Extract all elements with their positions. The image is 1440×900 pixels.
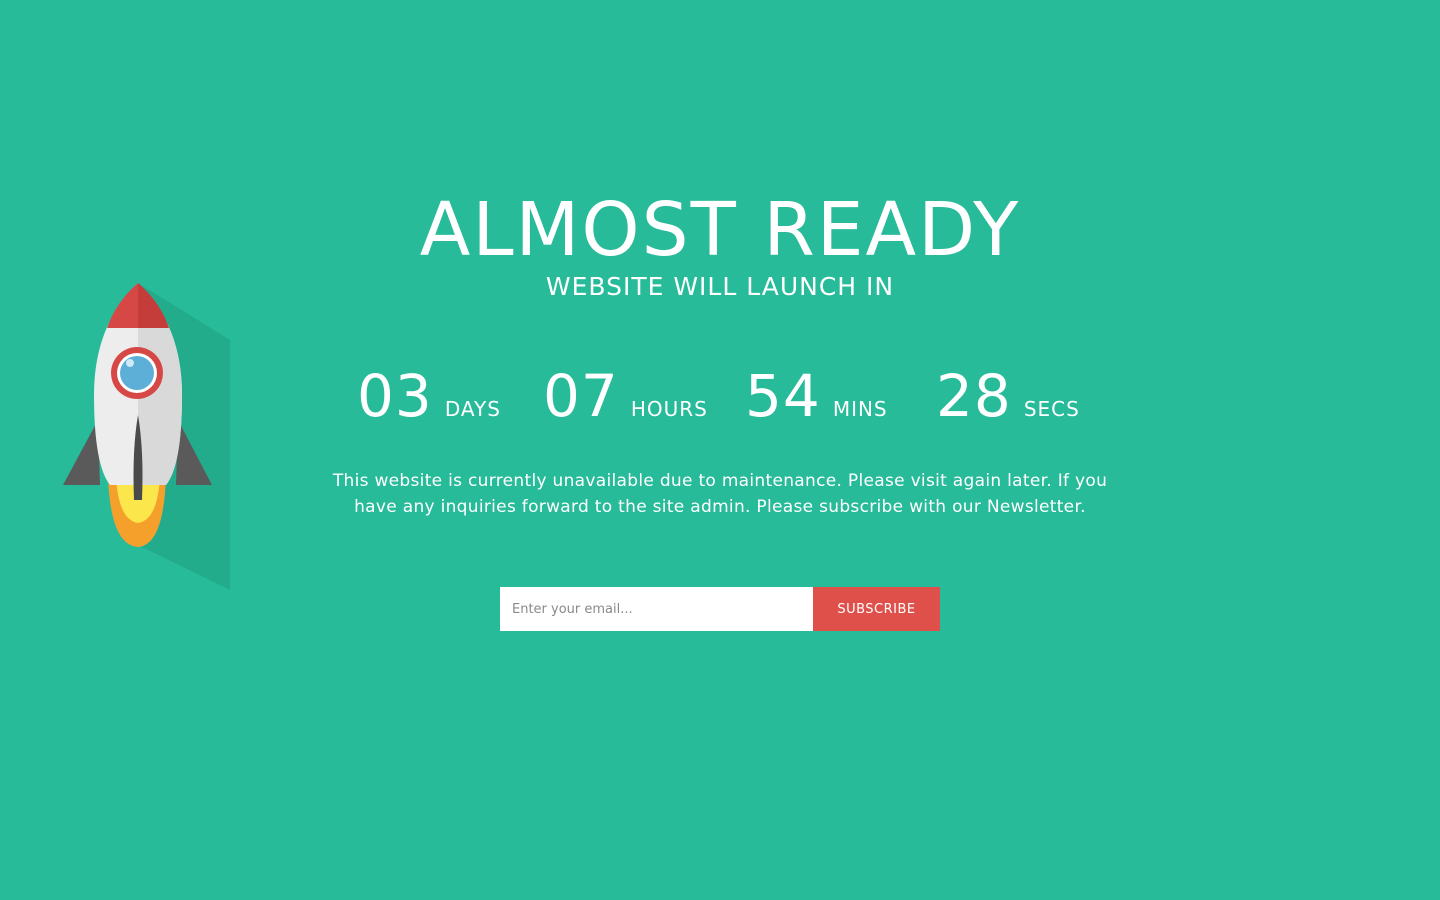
countdown-mins: 54 MINS xyxy=(745,360,888,432)
subscribe-form: SUBSCRIBE xyxy=(500,587,940,631)
countdown-label: DAYS xyxy=(444,397,501,421)
email-input[interactable] xyxy=(500,587,813,631)
countdown-value: 07 xyxy=(543,362,619,430)
countdown-days: 03 DAYS xyxy=(357,360,501,432)
countdown-hours: 07 HOURS xyxy=(543,360,708,432)
subscribe-button[interactable]: SUBSCRIBE xyxy=(813,587,940,631)
hero: ALMOST READY WEBSITE WILL LAUNCH IN xyxy=(0,190,1440,302)
countdown-secs: 28 SECS xyxy=(936,360,1080,432)
countdown-label: SECS xyxy=(1023,397,1080,421)
countdown-value: 28 xyxy=(936,362,1012,430)
countdown-value: 03 xyxy=(357,362,433,430)
countdown-label: MINS xyxy=(832,397,888,421)
countdown-value: 54 xyxy=(745,362,821,430)
countdown-timer: 03 DAYS 07 HOURS 54 MINS 28 SECS xyxy=(0,360,1440,440)
page-subtitle: WEBSITE WILL LAUNCH IN xyxy=(545,272,895,301)
maintenance-message: This website is currently unavailable du… xyxy=(332,471,1108,517)
countdown-label: HOURS xyxy=(630,397,708,421)
page-title: ALMOST READY xyxy=(419,187,1021,273)
coming-soon-page: ALMOST READY WEBSITE WILL LAUNCH IN 03 DA… xyxy=(0,0,1440,900)
